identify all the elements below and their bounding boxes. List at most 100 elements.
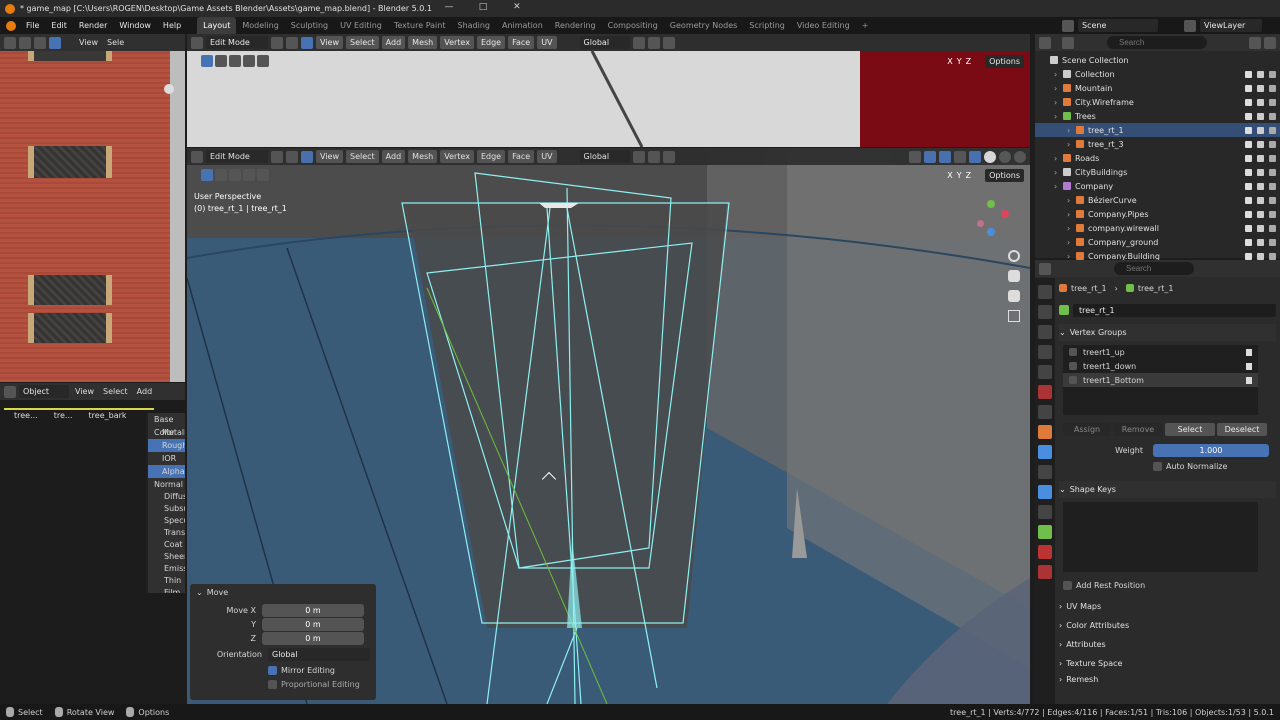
edge-menu[interactable]: Edge [476,150,506,163]
outliner-item[interactable]: › Mountain [1035,81,1280,95]
expand-arrow-icon[interactable]: › [1054,182,1063,191]
new-collection-icon[interactable] [1264,36,1276,49]
select-button[interactable]: Select [1165,423,1215,436]
outliner-item[interactable]: › tree_rt_1 [1035,123,1280,137]
tab-scripting[interactable]: Scripting [743,17,791,34]
expand-arrow-icon[interactable]: › [1054,98,1063,107]
camera-icon[interactable] [1269,140,1276,148]
camera-icon[interactable] [1269,112,1276,120]
face-select-icon[interactable] [301,150,313,163]
grid-toggle-icon[interactable] [1008,310,1020,322]
expand-arrow-icon[interactable]: › [1054,112,1063,121]
move-x-field[interactable]: 0 m [262,604,364,617]
checkbox-icon[interactable] [1245,140,1252,148]
camera-icon[interactable] [1269,196,1276,204]
deselect-button[interactable]: Deselect [1217,423,1267,436]
solid-shading-icon[interactable] [984,150,996,163]
checkbox-icon[interactable] [1245,70,1252,78]
scene-tab-icon[interactable] [1038,365,1052,379]
select-box-icon[interactable] [201,169,213,181]
tab-video-editing[interactable]: Video Editing [791,17,856,34]
outliner-item[interactable]: › City.Wireframe [1035,95,1280,109]
mesh-menu[interactable]: Mesh [408,150,438,163]
camera-icon[interactable] [1269,126,1276,134]
expand-arrow-icon[interactable]: › [1067,238,1076,247]
minimize-button[interactable]: — [432,0,466,17]
shape-keys-header[interactable]: ⌄ Shape Keys [1059,481,1276,498]
edge-select-icon[interactable] [286,150,298,163]
checkbox-icon[interactable] [1245,112,1252,120]
blender-menu-icon[interactable] [6,20,16,31]
move-y-field[interactable]: 0 m [262,618,364,631]
outliner-item[interactable]: › Company [1035,179,1280,193]
editor-type-icon[interactable] [1039,36,1051,49]
lock-icon[interactable] [1246,362,1252,370]
checkbox-icon[interactable] [1245,84,1252,92]
overlay-icon[interactable] [939,150,951,163]
gizmo-neg-axis[interactable] [977,220,984,227]
texture-space-section[interactable]: › Texture Space [1059,655,1276,672]
texture-tab-icon[interactable] [1038,565,1052,579]
editor-type-icon[interactable] [4,36,16,49]
scene-selector[interactable]: Scene [1078,19,1158,32]
checkbox-icon[interactable] [1245,154,1252,162]
eye-icon[interactable] [1257,112,1264,120]
filter-icon[interactable] [1249,36,1261,49]
outliner-item[interactable]: Scene Collection [1035,53,1280,67]
properties-search-input[interactable] [1114,262,1194,275]
eye-icon[interactable] [1257,196,1264,204]
proportional-icon[interactable] [662,150,675,163]
image-select-menu[interactable]: Sele [104,38,127,47]
render-tab-icon[interactable] [1038,305,1052,319]
menu-file[interactable]: File [20,17,45,34]
eye-icon[interactable] [1257,252,1264,260]
gizmo-icon[interactable] [924,150,936,163]
outliner-item[interactable]: › CityBuildings [1035,165,1280,179]
expand-arrow-icon[interactable]: › [1067,224,1076,233]
tab-shading[interactable]: Shading [451,17,496,34]
camera-icon[interactable] [1269,98,1276,106]
attributes-section[interactable]: › Attributes [1059,636,1276,653]
tab-modeling[interactable]: Modeling [236,17,284,34]
expand-arrow-icon[interactable]: › [1067,126,1076,135]
add-workspace-button[interactable]: + [856,17,875,34]
camera-icon[interactable] [1269,154,1276,162]
outliner-search-input[interactable] [1107,36,1207,49]
node-add-menu[interactable]: Add [134,387,156,396]
camera-icon[interactable] [1269,210,1276,218]
constraints-tab-icon[interactable] [1038,505,1052,519]
checkbox-icon[interactable] [1245,182,1252,190]
color-attributes-section[interactable]: › Color Attributes [1059,617,1276,634]
axis-x-toggle[interactable]: X [947,171,952,180]
face-menu[interactable]: Face [508,150,535,163]
tab-texture-paint[interactable]: Texture Paint [388,17,452,34]
checkbox-icon[interactable] [1245,210,1252,218]
texture-canvas[interactable] [0,51,170,382]
editor-type-icon[interactable] [4,385,16,398]
viewport-main[interactable]: Edit Mode View Select Add Mesh Vertex Ed… [187,148,1030,704]
expand-arrow-icon[interactable]: › [1054,168,1063,177]
axis-y-toggle[interactable]: Y [957,171,962,180]
checkbox-icon[interactable] [1245,238,1252,246]
breadcrumb-item[interactable]: tree... [14,411,38,420]
proportional-editing-checkbox[interactable] [268,679,277,689]
material-tab-icon[interactable] [1038,545,1052,559]
tab-geometry-nodes[interactable]: Geometry Nodes [664,17,743,34]
outliner-item[interactable]: › company.wirewall [1035,221,1280,235]
remesh-section[interactable]: › Remesh [1059,674,1276,685]
expand-arrow-icon[interactable]: › [1067,140,1076,149]
add-menu[interactable]: Add [381,150,406,163]
eye-icon[interactable] [1257,168,1264,176]
eye-icon[interactable] [1257,238,1264,246]
camera-icon[interactable] [1269,70,1276,78]
vertex-menu[interactable]: Vertex [440,150,474,163]
hand-pan-icon[interactable] [164,84,174,94]
checkbox-icon[interactable] [1245,98,1252,106]
pivot-icon[interactable] [632,150,645,163]
mesh-data-tab-icon[interactable] [1038,525,1052,539]
outliner-item[interactable]: › Company_ground [1035,235,1280,249]
mirror-editing-checkbox[interactable] [268,665,277,675]
tab-layout[interactable]: Layout [197,17,237,34]
physics-tab-icon[interactable] [1038,485,1052,499]
camera-icon[interactable] [1269,224,1276,232]
